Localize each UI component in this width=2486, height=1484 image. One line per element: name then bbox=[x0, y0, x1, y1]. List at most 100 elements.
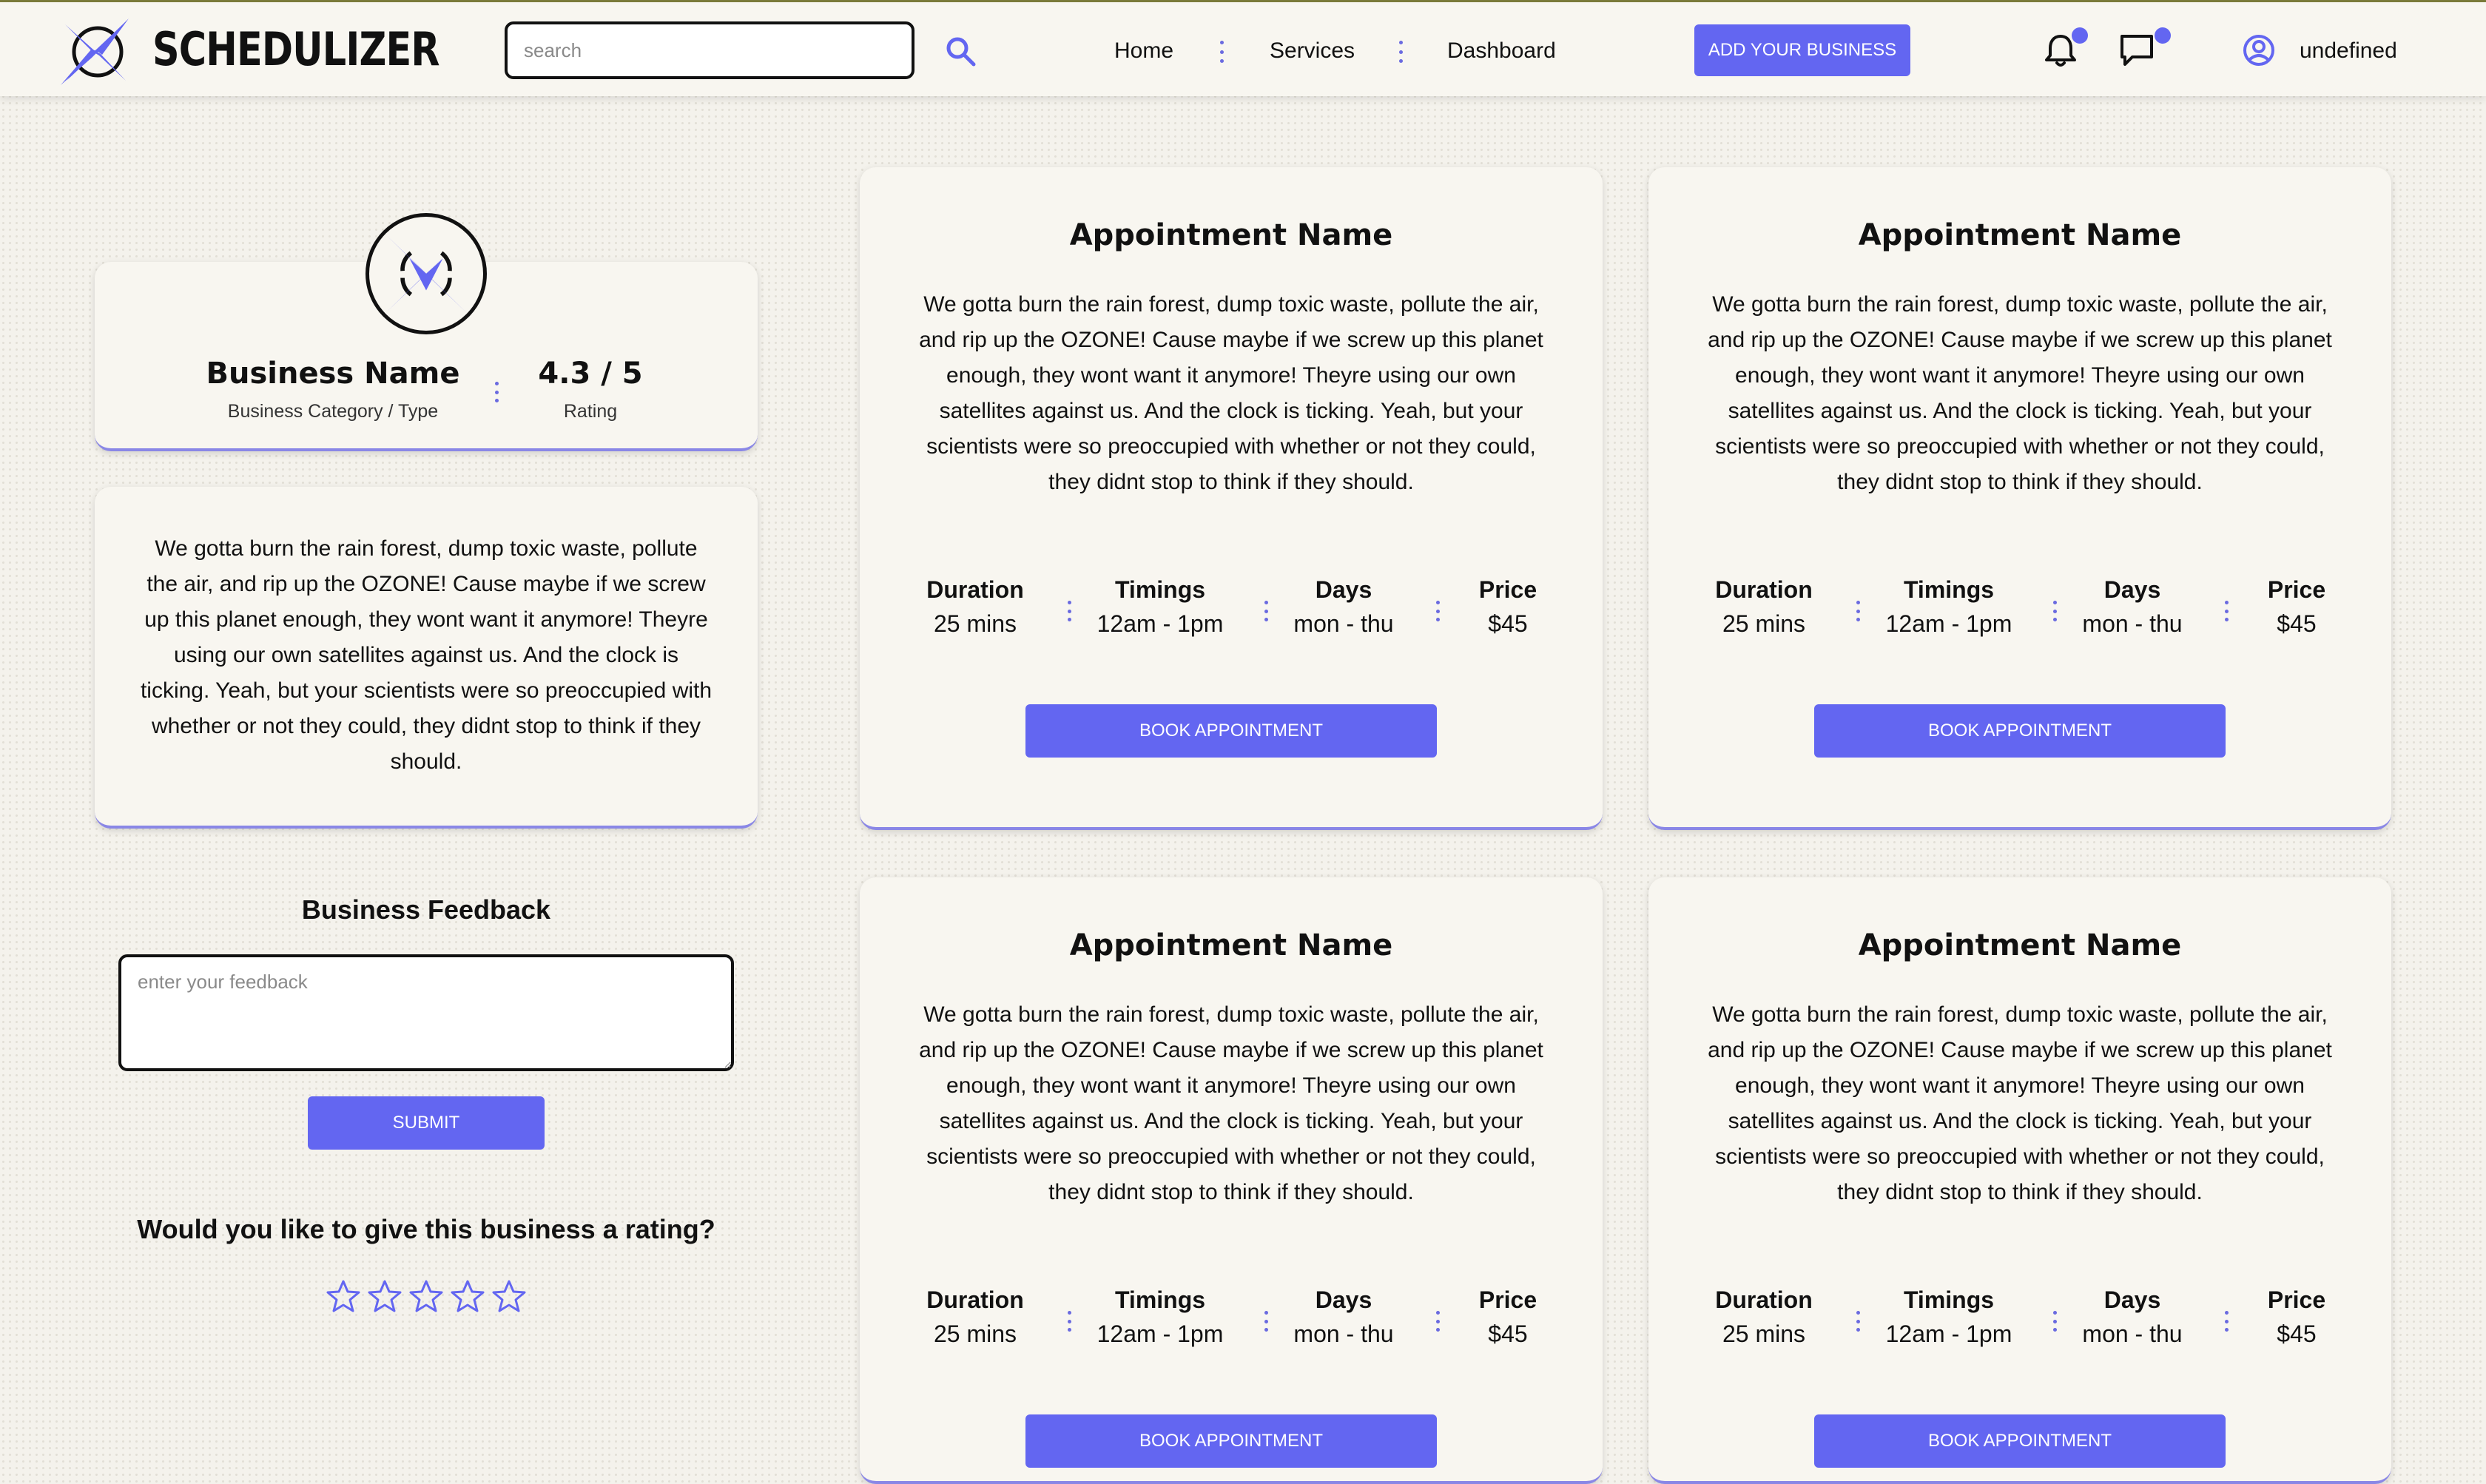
search-icon[interactable] bbox=[944, 35, 977, 67]
duration-value: 25 mins bbox=[933, 1321, 1017, 1347]
price-label: Price bbox=[2267, 576, 2326, 603]
book-appointment-button[interactable]: BOOK APPOINTMENT bbox=[1814, 1414, 2226, 1468]
business-description: We gotta burn the rain forest, dump toxi… bbox=[140, 536, 713, 774]
timings-block: Timings 12am - 1pm bbox=[1079, 573, 1242, 641]
appointment-card: Appointment Name We gotta burn the rain … bbox=[1648, 877, 2391, 1484]
days-block: Days mon - thu bbox=[2051, 573, 2214, 641]
nav-link-dashboard[interactable]: Dashboard bbox=[1447, 35, 1556, 67]
star-icon-5[interactable] bbox=[491, 1278, 527, 1314]
days-value: mon - thu bbox=[2082, 1321, 2183, 1347]
duration-block: Duration 25 mins bbox=[894, 1283, 1057, 1351]
business-category: Business Category / Type bbox=[227, 401, 439, 422]
duration-value: 25 mins bbox=[1722, 1321, 1806, 1347]
price-value: $45 bbox=[2277, 610, 2317, 637]
business-rating-label: Rating bbox=[563, 401, 618, 422]
star-icon-4[interactable] bbox=[450, 1278, 485, 1314]
price-block: Price $45 bbox=[1426, 573, 1589, 641]
notification-dot bbox=[2072, 27, 2088, 44]
brand-name[interactable]: SCHEDULIZER bbox=[152, 18, 440, 81]
timings-label: Timings bbox=[1903, 576, 1995, 603]
star-icon-1[interactable] bbox=[326, 1278, 361, 1314]
price-value: $45 bbox=[1488, 610, 1528, 637]
timings-value: 12am - 1pm bbox=[1097, 1321, 1224, 1347]
business-separator bbox=[494, 382, 499, 402]
days-label: Days bbox=[1315, 576, 1372, 603]
timings-value: 12am - 1pm bbox=[1097, 610, 1224, 637]
submit-feedback-button[interactable]: SUBMIT bbox=[308, 1096, 545, 1150]
search-input[interactable] bbox=[505, 21, 914, 79]
duration-label: Duration bbox=[1715, 576, 1813, 603]
feedback-title: Business Feedback bbox=[301, 894, 551, 925]
add-your-business-button[interactable]: ADD YOUR BUSINESS bbox=[1694, 24, 1910, 76]
appointment-card: Appointment Name We gotta burn the rain … bbox=[860, 877, 1603, 1484]
appointment-title: Appointment Name bbox=[1069, 928, 1393, 962]
timings-value: 12am - 1pm bbox=[1885, 610, 2012, 637]
username-label[interactable]: undefined bbox=[2300, 35, 2397, 67]
price-label: Price bbox=[2267, 1286, 2326, 1313]
duration-value: 25 mins bbox=[1722, 610, 1806, 637]
days-label: Days bbox=[1315, 1286, 1372, 1313]
duration-block: Duration 25 mins bbox=[1682, 1283, 1845, 1351]
timings-block: Timings 12am - 1pm bbox=[1079, 1283, 1242, 1351]
timings-block: Timings 12am - 1pm bbox=[1867, 573, 2030, 641]
appointment-card: Appointment Name We gotta burn the rain … bbox=[1648, 167, 2391, 830]
appointment-description: We gotta burn the rain forest, dump toxi… bbox=[1708, 292, 2332, 494]
nav-link-services[interactable]: Services bbox=[1270, 35, 1355, 67]
days-value: mon - thu bbox=[2082, 610, 2183, 637]
star-icon-3[interactable] bbox=[408, 1278, 444, 1314]
star-rating bbox=[326, 1278, 527, 1315]
nav-link-home[interactable]: Home bbox=[1114, 35, 1173, 67]
price-label: Price bbox=[1478, 576, 1537, 603]
appointment-title: Appointment Name bbox=[1069, 218, 1393, 252]
days-block: Days mon - thu bbox=[1262, 573, 1425, 641]
duration-label: Duration bbox=[926, 1286, 1024, 1313]
appointment-description: We gotta burn the rain forest, dump toxi… bbox=[919, 292, 1543, 494]
book-appointment-button[interactable]: BOOK APPOINTMENT bbox=[1025, 704, 1437, 758]
business-rating-value: 4.3 / 5 bbox=[538, 357, 643, 391]
rating-question: Would you like to give this business a r… bbox=[137, 1214, 715, 1244]
detail-separator bbox=[1856, 601, 1860, 621]
top-navbar: SCHEDULIZER Home Services Dashboard ADD … bbox=[0, 0, 2486, 96]
duration-block: Duration 25 mins bbox=[894, 573, 1057, 641]
nav-separator bbox=[1219, 41, 1224, 63]
price-block: Price $45 bbox=[2215, 573, 2378, 641]
appointment-title: Appointment Name bbox=[1858, 928, 2182, 962]
duration-label: Duration bbox=[926, 576, 1024, 603]
detail-separator bbox=[1067, 601, 1071, 621]
duration-block: Duration 25 mins bbox=[1682, 573, 1845, 641]
user-avatar-icon[interactable] bbox=[2242, 33, 2276, 67]
price-value: $45 bbox=[1488, 1321, 1528, 1347]
days-value: mon - thu bbox=[1293, 610, 1394, 637]
days-block: Days mon - thu bbox=[1262, 1283, 1425, 1351]
timings-value: 12am - 1pm bbox=[1885, 1321, 2012, 1347]
appointment-description: We gotta burn the rain forest, dump toxi… bbox=[1708, 1002, 2332, 1204]
book-appointment-button[interactable]: BOOK APPOINTMENT bbox=[1814, 704, 2226, 758]
timings-label: Timings bbox=[1114, 576, 1206, 603]
timings-block: Timings 12am - 1pm bbox=[1867, 1283, 2030, 1351]
detail-separator bbox=[1067, 1311, 1071, 1332]
appointment-details: Duration 25 mins Timings 12am - 1pm Days… bbox=[860, 1283, 1603, 1357]
business-name: Business Name bbox=[206, 357, 460, 391]
appointment-card: Appointment Name We gotta burn the rain … bbox=[860, 167, 1603, 830]
price-label: Price bbox=[1478, 1286, 1537, 1313]
schedulizer-logo-icon[interactable] bbox=[58, 17, 132, 87]
book-appointment-button[interactable]: BOOK APPOINTMENT bbox=[1025, 1414, 1437, 1468]
days-block: Days mon - thu bbox=[2051, 1283, 2214, 1351]
days-label: Days bbox=[2103, 1286, 2161, 1313]
star-icon-2[interactable] bbox=[367, 1278, 402, 1314]
appointment-title: Appointment Name bbox=[1858, 218, 2182, 252]
price-value: $45 bbox=[2277, 1321, 2317, 1347]
feedback-textarea[interactable] bbox=[118, 954, 734, 1071]
price-block: Price $45 bbox=[1426, 1283, 1589, 1351]
appointment-details: Duration 25 mins Timings 12am - 1pm Days… bbox=[860, 573, 1603, 647]
appointment-details: Duration 25 mins Timings 12am - 1pm Days… bbox=[1648, 573, 2391, 647]
timings-label: Timings bbox=[1114, 1286, 1206, 1313]
duration-value: 25 mins bbox=[933, 610, 1017, 637]
message-icon[interactable] bbox=[2118, 32, 2157, 69]
nav-separator bbox=[1398, 41, 1403, 63]
detail-separator bbox=[1856, 1311, 1860, 1332]
appointment-details: Duration 25 mins Timings 12am - 1pm Days… bbox=[1648, 1283, 2391, 1357]
timings-label: Timings bbox=[1903, 1286, 1995, 1313]
appointment-description: We gotta burn the rain forest, dump toxi… bbox=[919, 1002, 1543, 1204]
duration-label: Duration bbox=[1715, 1286, 1813, 1313]
